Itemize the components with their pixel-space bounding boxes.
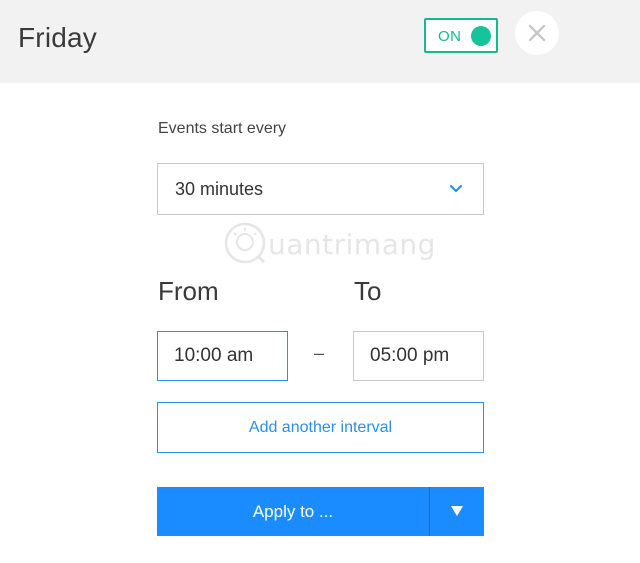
from-label: From <box>158 276 219 306</box>
watermark-logo-icon <box>224 222 266 264</box>
time-separator: – <box>314 343 325 363</box>
close-button[interactable] <box>515 11 559 55</box>
events-start-label: Events start every <box>158 120 287 137</box>
toggle-knob <box>471 26 491 46</box>
apply-dropdown-button[interactable] <box>430 487 484 536</box>
to-label: To <box>354 276 382 306</box>
apply-to-button[interactable]: Apply to ... <box>157 487 429 536</box>
watermark: uantrimang <box>222 218 447 270</box>
day-title: Friday <box>18 22 97 53</box>
interval-select[interactable]: 30 minutes <box>157 163 484 215</box>
caret-down-icon <box>451 506 463 516</box>
chevron-down-icon <box>449 184 463 193</box>
watermark-text: uantrimang <box>268 228 436 261</box>
close-icon <box>528 24 546 42</box>
day-toggle[interactable]: ON <box>424 18 498 53</box>
to-time-input[interactable]: 05:00 pm <box>353 331 484 381</box>
from-time-input[interactable]: 10:00 am <box>157 331 288 381</box>
toggle-label: ON <box>438 28 462 45</box>
apply-button-group: Apply to ... <box>157 487 484 536</box>
header-bar: Friday ON <box>0 0 640 83</box>
add-interval-button[interactable]: Add another interval <box>157 402 484 453</box>
interval-value: 30 minutes <box>175 179 264 199</box>
